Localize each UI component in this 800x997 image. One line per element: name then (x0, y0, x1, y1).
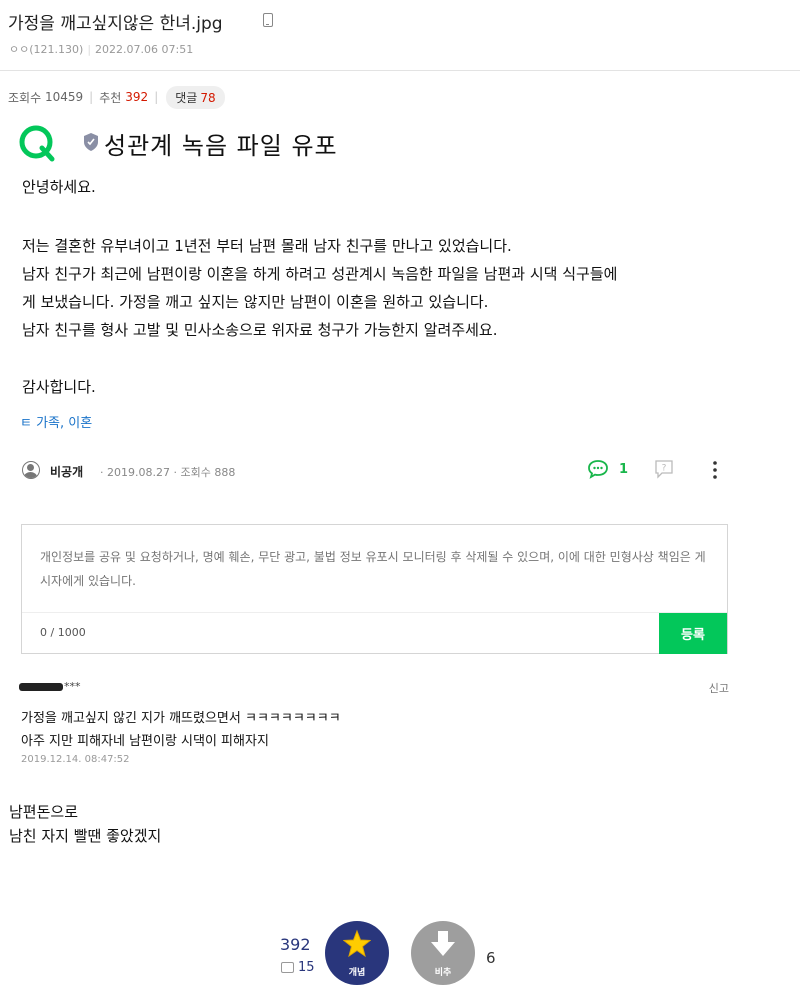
views-label: 조회수 (8, 90, 42, 105)
upvote-button[interactable]: 개념 (325, 921, 389, 985)
comment-label: 댓글 (175, 90, 198, 105)
reply-author: *** (19, 680, 81, 693)
upvote-sub-count: 15 (298, 960, 315, 975)
comment-bubble-icon[interactable] (587, 459, 609, 479)
comment-form: 0 / 1000 등록 (21, 524, 728, 654)
fixed-nick-icon (281, 962, 294, 973)
vote-area: 392 15 개념 비추 6 (0, 920, 800, 990)
question-line: 남자 친구가 최근에 남편이랑 이혼을 하게 하려고 성관계시 녹음한 파일을 … (22, 265, 618, 283)
post-stats: 조회수 10459 | 추천 392 | 댓글 78 (8, 85, 225, 109)
reply-text-line: 가정을 깨고싶지 않긴 지가 깨뜨렸으면서 ㅋㅋㅋㅋㅋㅋㅋㅋ (21, 711, 341, 726)
char-counter: 0 / 1000 (40, 626, 86, 639)
question-mark-icon[interactable]: ? (654, 459, 674, 479)
question-meta: · 2019.08.27 · 조회수 888 (100, 466, 236, 479)
downvote-button[interactable]: 비추 (411, 921, 475, 985)
more-options-icon[interactable] (712, 459, 718, 481)
avatar-icon (22, 461, 40, 479)
comment-count-button[interactable]: 댓글 78 (166, 85, 225, 109)
comment-count: 78 (200, 90, 216, 105)
question-line: 게 보냈습니다. 가정을 깨고 싶지는 않지만 남편이 이혼을 원하고 있습니다… (22, 293, 489, 311)
post-caption: 남편돈으로 남친 자지 빨땐 좋았겠지 (9, 800, 161, 848)
question-title: 성관계 녹음 파일 유포 (104, 132, 338, 160)
reply-date: 2019.12.14. 08:47:52 (21, 754, 130, 765)
downvote-count: 6 (486, 949, 496, 967)
redacted-name (19, 683, 63, 691)
category-link[interactable]: ㅌ 가족, 이혼 (20, 412, 92, 431)
downvote-label: 비추 (434, 967, 452, 977)
submit-button[interactable]: 등록 (659, 613, 727, 654)
views-count: 10459 (44, 90, 84, 104)
upvote-count: 392 (280, 935, 311, 954)
q-logo-icon (19, 125, 55, 162)
reply-author-suffix: *** (64, 680, 81, 693)
recommend-count: 392 (125, 90, 149, 104)
post-title: 가정을 깨고싶지않은 한녀.jpg (8, 14, 223, 34)
question-views: 조회수 888 (180, 466, 236, 479)
post-meta: ㅇㅇ(121.130) | 2022.07.06 07:51 (9, 41, 193, 57)
star-icon (343, 929, 371, 958)
caption-line: 남친 자지 빨땐 좋았겠지 (9, 827, 162, 845)
shield-icon (84, 133, 98, 151)
comment-form-footer: 0 / 1000 등록 (22, 612, 727, 654)
post-header: 가정을 깨고싶지않은 한녀.jpg ㅇㅇ(121.130) | 2022.07.06… (0, 0, 800, 71)
report-link[interactable]: 신고 (709, 680, 729, 696)
question-greeting: 안녕하세요. (22, 178, 96, 196)
svg-text:?: ? (662, 464, 667, 474)
reply-text-line: 아주 지만 피해자네 남편이랑 시댁이 피해자지 (21, 734, 269, 749)
stats-divider: | (89, 90, 94, 104)
mobile-icon (263, 13, 273, 27)
question-closing: 감사합니다. (22, 378, 96, 396)
post-author[interactable]: ㅇㅇ(121.130) (9, 43, 83, 56)
upvote-sub: 15 (281, 960, 315, 975)
question-date: 2019.08.27 (107, 466, 170, 479)
caption-line: 남편돈으로 (9, 803, 79, 821)
stats-divider: | (154, 90, 159, 104)
question-comment-count: 1 (619, 462, 629, 477)
recommend-label: 추천 (99, 90, 122, 105)
meta-divider: | (87, 43, 92, 56)
question-line: 저는 결혼한 유부녀이고 1년전 부터 남편 몰래 남자 친구를 만나고 있었습… (22, 237, 512, 255)
post-date: 2022.07.06 07:51 (95, 43, 194, 56)
comment-input[interactable] (22, 525, 727, 612)
question-author: 비공개 (50, 465, 84, 479)
down-arrow-icon (431, 931, 455, 956)
question-line: 남자 친구를 형사 고발 및 민사소송으로 위자료 청구가 가능한지 알려주세요… (22, 321, 498, 339)
upvote-label: 개념 (348, 967, 366, 977)
question-author-row: 비공개 · 2019.08.27 · 조회수 888 1 ? (22, 459, 722, 483)
